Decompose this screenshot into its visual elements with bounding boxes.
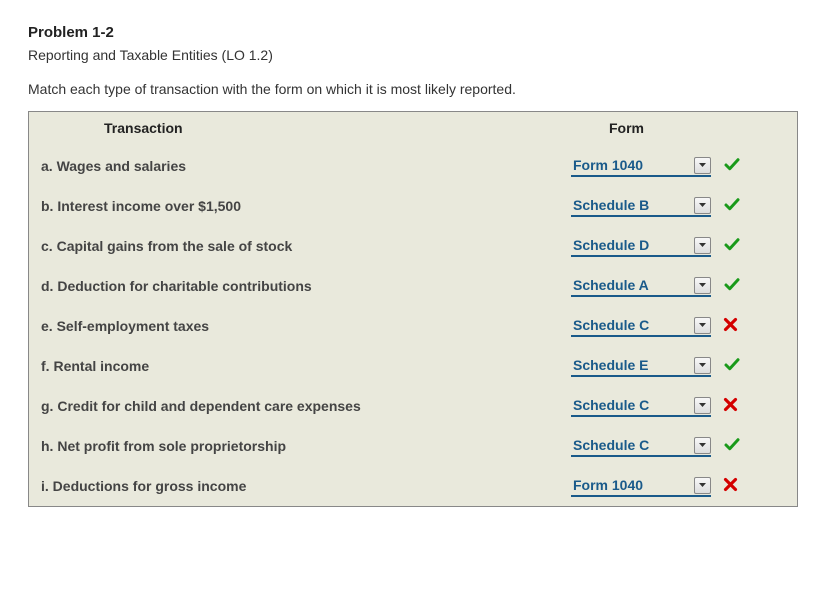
row-letter: i.: [41, 478, 49, 494]
row-text: Wages and salaries: [57, 158, 186, 174]
row-letter: f.: [41, 358, 50, 374]
row-letter: b.: [41, 198, 53, 214]
check-icon: [723, 276, 741, 297]
chevron-down-icon[interactable]: [694, 157, 711, 174]
problem-subtitle: Reporting and Taxable Entities (LO 1.2): [28, 47, 799, 63]
cross-icon: [723, 317, 738, 335]
transaction-cell: e. Self-employment taxes: [41, 318, 571, 334]
table-row: h. Net profit from sole proprietorshipSc…: [29, 426, 797, 466]
check-icon: [723, 436, 741, 457]
select-value: Form 1040: [573, 157, 694, 173]
form-cell: Schedule B: [571, 195, 797, 217]
transaction-cell: g. Credit for child and dependent care e…: [41, 398, 571, 414]
row-text: Interest income over $1,500: [57, 198, 241, 214]
form-cell: Form 1040: [571, 475, 797, 497]
problem-title: Problem 1-2: [28, 24, 799, 41]
form-select[interactable]: Schedule B: [571, 195, 711, 217]
select-value: Schedule B: [573, 197, 694, 213]
row-text: Capital gains from the sale of stock: [57, 238, 293, 254]
match-table: Transaction Form a. Wages and salariesFo…: [28, 111, 798, 507]
transaction-cell: c. Capital gains from the sale of stock: [41, 238, 571, 254]
form-select[interactable]: Schedule A: [571, 275, 711, 297]
check-icon: [723, 236, 741, 257]
row-text: Deductions for gross income: [53, 478, 247, 494]
transaction-cell: i. Deductions for gross income: [41, 478, 571, 494]
chevron-down-icon[interactable]: [694, 397, 711, 414]
header-transaction: Transaction: [29, 120, 559, 136]
form-cell: Schedule C: [571, 395, 797, 417]
select-value: Schedule C: [573, 397, 694, 413]
chevron-down-icon[interactable]: [694, 317, 711, 334]
transaction-cell: a. Wages and salaries: [41, 158, 571, 174]
transaction-cell: h. Net profit from sole proprietorship: [41, 438, 571, 454]
check-icon: [723, 156, 741, 177]
table-row: e. Self-employment taxesSchedule C: [29, 306, 797, 346]
form-select[interactable]: Schedule C: [571, 395, 711, 417]
row-letter: a.: [41, 158, 53, 174]
table-row: f. Rental incomeSchedule E: [29, 346, 797, 386]
table-row: d. Deduction for charitable contribution…: [29, 266, 797, 306]
cross-icon: [723, 397, 738, 415]
row-letter: e.: [41, 318, 53, 334]
table-row: g. Credit for child and dependent care e…: [29, 386, 797, 426]
form-select[interactable]: Schedule C: [571, 315, 711, 337]
row-letter: d.: [41, 278, 53, 294]
form-cell: Form 1040: [571, 155, 797, 177]
table-row: a. Wages and salariesForm 1040: [29, 146, 797, 186]
form-cell: Schedule C: [571, 435, 797, 457]
form-select[interactable]: Schedule D: [571, 235, 711, 257]
header-form: Form: [559, 120, 797, 136]
row-text: Credit for child and dependent care expe…: [57, 398, 360, 414]
check-icon: [723, 196, 741, 217]
form-cell: Schedule A: [571, 275, 797, 297]
chevron-down-icon[interactable]: [694, 437, 711, 454]
form-cell: Schedule D: [571, 235, 797, 257]
select-value: Schedule C: [573, 317, 694, 333]
row-text: Deduction for charitable contributions: [57, 278, 311, 294]
problem-instruction: Match each type of transaction with the …: [28, 81, 799, 97]
form-select[interactable]: Schedule E: [571, 355, 711, 377]
row-letter: c.: [41, 238, 53, 254]
table-row: b. Interest income over $1,500Schedule B: [29, 186, 797, 226]
transaction-cell: f. Rental income: [41, 358, 571, 374]
cross-icon: [723, 477, 738, 495]
form-cell: Schedule E: [571, 355, 797, 377]
row-letter: g.: [41, 398, 53, 414]
form-select[interactable]: Form 1040: [571, 475, 711, 497]
chevron-down-icon[interactable]: [694, 277, 711, 294]
chevron-down-icon[interactable]: [694, 197, 711, 214]
select-value: Schedule A: [573, 277, 694, 293]
transaction-cell: b. Interest income over $1,500: [41, 198, 571, 214]
select-value: Schedule E: [573, 357, 694, 373]
select-value: Schedule D: [573, 237, 694, 253]
chevron-down-icon[interactable]: [694, 357, 711, 374]
table-row: i. Deductions for gross incomeForm 1040: [29, 466, 797, 506]
chevron-down-icon[interactable]: [694, 477, 711, 494]
table-row: c. Capital gains from the sale of stockS…: [29, 226, 797, 266]
select-value: Schedule C: [573, 437, 694, 453]
row-letter: h.: [41, 438, 53, 454]
form-select[interactable]: Form 1040: [571, 155, 711, 177]
row-text: Rental income: [53, 358, 149, 374]
form-cell: Schedule C: [571, 315, 797, 337]
row-text: Self-employment taxes: [57, 318, 210, 334]
check-icon: [723, 356, 741, 377]
chevron-down-icon[interactable]: [694, 237, 711, 254]
row-text: Net profit from sole proprietorship: [57, 438, 286, 454]
transaction-cell: d. Deduction for charitable contribution…: [41, 278, 571, 294]
form-select[interactable]: Schedule C: [571, 435, 711, 457]
select-value: Form 1040: [573, 477, 694, 493]
table-header-row: Transaction Form: [29, 112, 797, 146]
